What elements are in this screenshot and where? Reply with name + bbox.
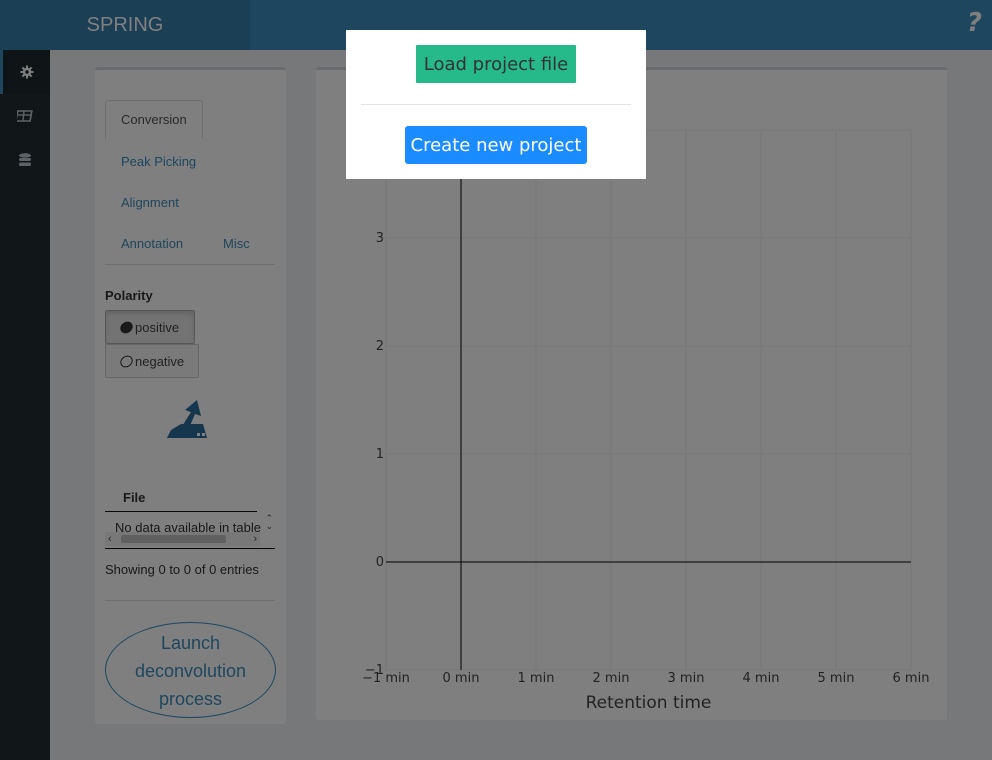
create-project-button[interactable]: Create new project — [405, 126, 587, 164]
load-project-button[interactable]: Load project file — [416, 45, 576, 83]
project-dialog: Load project file Create new project — [346, 30, 646, 179]
dialog-divider — [361, 104, 631, 105]
